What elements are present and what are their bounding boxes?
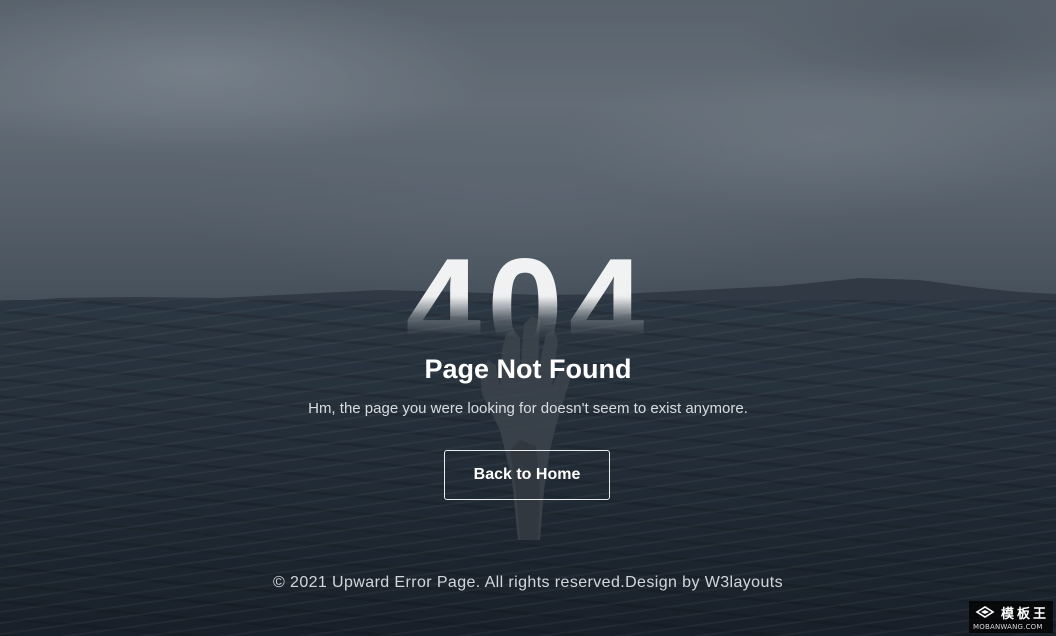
watermark-domain-text: MOBANWANG.COM [973,623,1043,631]
error-message: Hm, the page you were looking for doesn'… [308,400,748,417]
footer-copyright: © 2021 Upward Error Page. All rights res… [272,574,783,591]
mobanwang-logo-icon [975,606,995,618]
error-content: 404 Page Not Found Hm, the page you were… [0,0,1056,636]
error-code: 404 [405,238,651,350]
back-to-home-button[interactable]: Back to Home [444,450,610,500]
watermark-badge: 模板王 MOBANWANG.COM [969,601,1053,633]
page-title: Page Not Found [424,354,632,384]
watermark-chinese-text: 模板王 [1001,607,1050,622]
